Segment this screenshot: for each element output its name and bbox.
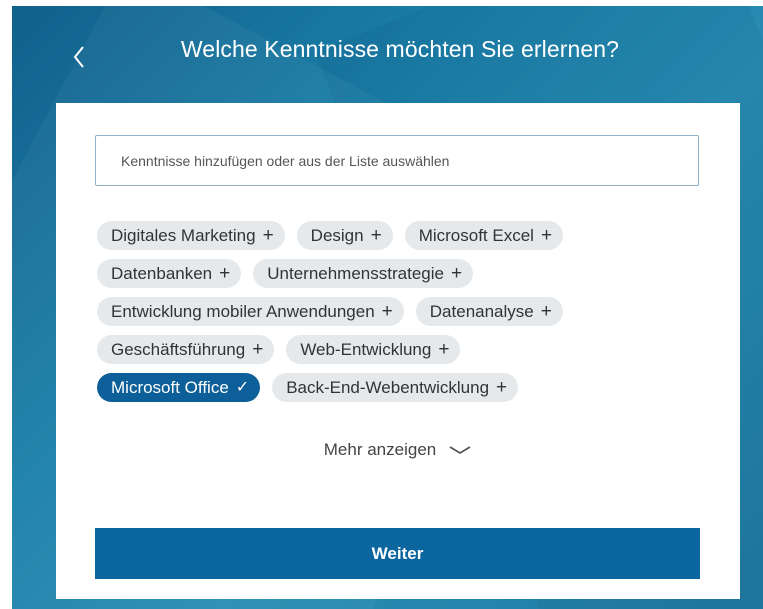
chevron-left-icon: [73, 46, 84, 68]
show-more-button[interactable]: Mehr anzeigen: [56, 440, 740, 461]
plus-icon: +: [540, 225, 553, 246]
skill-pill[interactable]: Unternehmensstrategie +: [253, 259, 474, 288]
skill-pill[interactable]: Geschäftsführung +: [97, 335, 275, 364]
skill-pill[interactable]: Web-Entwicklung +: [286, 335, 461, 364]
skill-pill[interactable]: Microsoft Excel +: [404, 221, 564, 250]
skill-pill[interactable]: Digitales Marketing +: [97, 221, 285, 250]
plus-icon: +: [262, 225, 274, 246]
skill-pill[interactable]: Entwicklung mobiler Anwendungen +: [97, 297, 404, 326]
plus-icon: +: [219, 263, 231, 284]
chevron-down-icon: [448, 441, 472, 461]
skills-pill-list: Digitales Marketing + Design + Microsoft E…: [97, 221, 697, 411]
continue-button[interactable]: Weiter: [95, 528, 700, 579]
plus-icon: +: [450, 263, 463, 284]
checkmark-icon: ✓: [235, 378, 250, 396]
pill-row: Digitales Marketing + Design + Microsoft E…: [97, 221, 697, 250]
pill-row: Entwicklung mobiler Anwendungen + Datenan…: [97, 297, 697, 326]
pill-row: Geschäftsführung + Web-Entwicklung +: [97, 335, 697, 364]
skill-pill-label: Web-Entwicklung: [300, 339, 432, 359]
skill-pill-label: Design: [310, 225, 364, 245]
plus-icon: +: [252, 339, 264, 360]
back-button[interactable]: [66, 38, 90, 72]
skill-pill-label: Datenanalyse: [429, 301, 534, 321]
skill-pill[interactable]: Back-End-Webentwicklung +: [272, 373, 519, 402]
skill-pill-label: Digitales Marketing: [111, 225, 256, 245]
skill-pill-label: Microsoft Office: [111, 377, 229, 397]
skill-pill[interactable]: Datenanalyse +: [415, 297, 563, 326]
skill-pill-label: Back-End-Webentwicklung: [286, 377, 490, 397]
plus-icon: +: [438, 339, 450, 360]
skill-pill-selected[interactable]: Microsoft Office ✓: [97, 373, 261, 402]
plus-icon: +: [496, 377, 508, 398]
page-title: Welche Kenntnisse möchten Sie erlernen?: [180, 36, 620, 62]
show-more-label: Mehr anzeigen: [323, 440, 437, 459]
plus-icon: +: [540, 301, 552, 322]
skill-pill-label: Microsoft Excel: [418, 225, 534, 245]
skills-search-input[interactable]: [95, 135, 699, 186]
plus-icon: +: [370, 225, 382, 246]
skill-pill[interactable]: Datenbanken +: [97, 259, 242, 288]
skill-pill-label: Datenbanken: [111, 263, 213, 283]
skill-pill-label: Geschäftsführung: [111, 339, 246, 359]
skills-card: Digitales Marketing + Design + Microsoft E…: [56, 103, 740, 599]
plus-icon: +: [381, 301, 393, 322]
skill-pill-label: Entwicklung mobiler Anwendungen: [111, 301, 375, 321]
pill-row: Datenbanken + Unternehmensstrategie +: [97, 259, 697, 288]
pill-row: Microsoft Office ✓ Back-End-Webentwicklun…: [97, 373, 697, 402]
skill-pill-label: Unternehmensstrategie: [267, 263, 444, 283]
skill-pill[interactable]: Design +: [296, 221, 393, 250]
